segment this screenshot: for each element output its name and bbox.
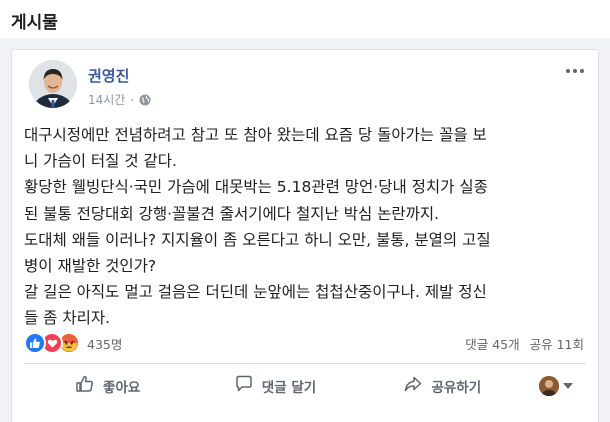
like-reaction-icon — [24, 332, 46, 354]
comment-count[interactable]: 댓글 45개 — [465, 334, 519, 353]
globe-icon[interactable] — [139, 94, 151, 106]
like-label: 좋아요 — [103, 380, 141, 396]
post-line: 된 불통 전당대회 강행·꼴불견 줄서기에다 철지난 박심 논란까지. — [24, 204, 440, 223]
post-line: 대구시정에만 전념하려고 참고 또 참아 왔는데 요즘 당 돌아가는 꼴을 보 — [24, 126, 487, 144]
share-count[interactable]: 공유 11회 — [530, 334, 584, 353]
post-line: 황당한 웰빙단식·국민 가슴에 대못박는 5.18관련 망언·당내 정치가 실종 — [24, 178, 488, 197]
post-card: 권영진 14시간 · 대구시정에만 전념하려고 참고 또 참아 왔는데 요즘 당… — [11, 49, 599, 422]
divider — [24, 363, 586, 364]
action-bar: 좋아요 댓글 달기 공유하기 — [24, 368, 586, 404]
chevron-down-icon — [562, 383, 573, 389]
meta-separator: · — [130, 92, 135, 107]
thumbs-up-icon — [75, 374, 95, 398]
reactions-summary[interactable]: 435명 — [24, 332, 122, 354]
section-title: 게시물 — [11, 13, 58, 33]
share-button[interactable]: 공유하기 — [359, 370, 526, 402]
reaction-count: 435명 — [87, 336, 123, 352]
more-options-icon[interactable] — [562, 62, 588, 80]
engagement-stats: 댓글 45개 공유 11회 — [465, 334, 584, 353]
post-line: 니 가슴이 터질 것 같다. — [24, 152, 177, 171]
post-line: 병이 재발한 것인가? — [24, 257, 157, 276]
post-line: 들 좀 차리자. — [24, 309, 111, 328]
post-as-selector[interactable] — [526, 376, 586, 396]
author-avatar[interactable] — [29, 60, 77, 108]
post-meta: 14시간 · — [88, 91, 151, 108]
comment-button[interactable]: 댓글 달기 — [191, 370, 358, 402]
post-time[interactable]: 14시간 — [88, 91, 125, 108]
like-button[interactable]: 좋아요 — [24, 370, 191, 402]
comment-icon — [234, 374, 254, 398]
comment-label: 댓글 달기 — [261, 380, 317, 396]
user-avatar — [538, 376, 559, 396]
post-text: 대구시정에만 전념하려고 참고 또 참아 왔는데 요즘 당 돌아가는 꼴을 보 … — [24, 122, 590, 332]
section-header: 게시물 — [0, 0, 610, 38]
share-label: 공유하기 — [431, 380, 482, 396]
share-icon — [403, 374, 423, 398]
post-line: 갈 길은 아직도 멀고 걸음은 더딘데 눈앞에는 첩첩산중이구나. 제발 정신 — [24, 283, 487, 302]
author-name[interactable]: 권영진 — [88, 65, 129, 86]
post-line: 도대체 왜들 이러나? 지지율이 좀 오른다고 하니 오만, 불통, 분열의 고… — [24, 230, 491, 249]
